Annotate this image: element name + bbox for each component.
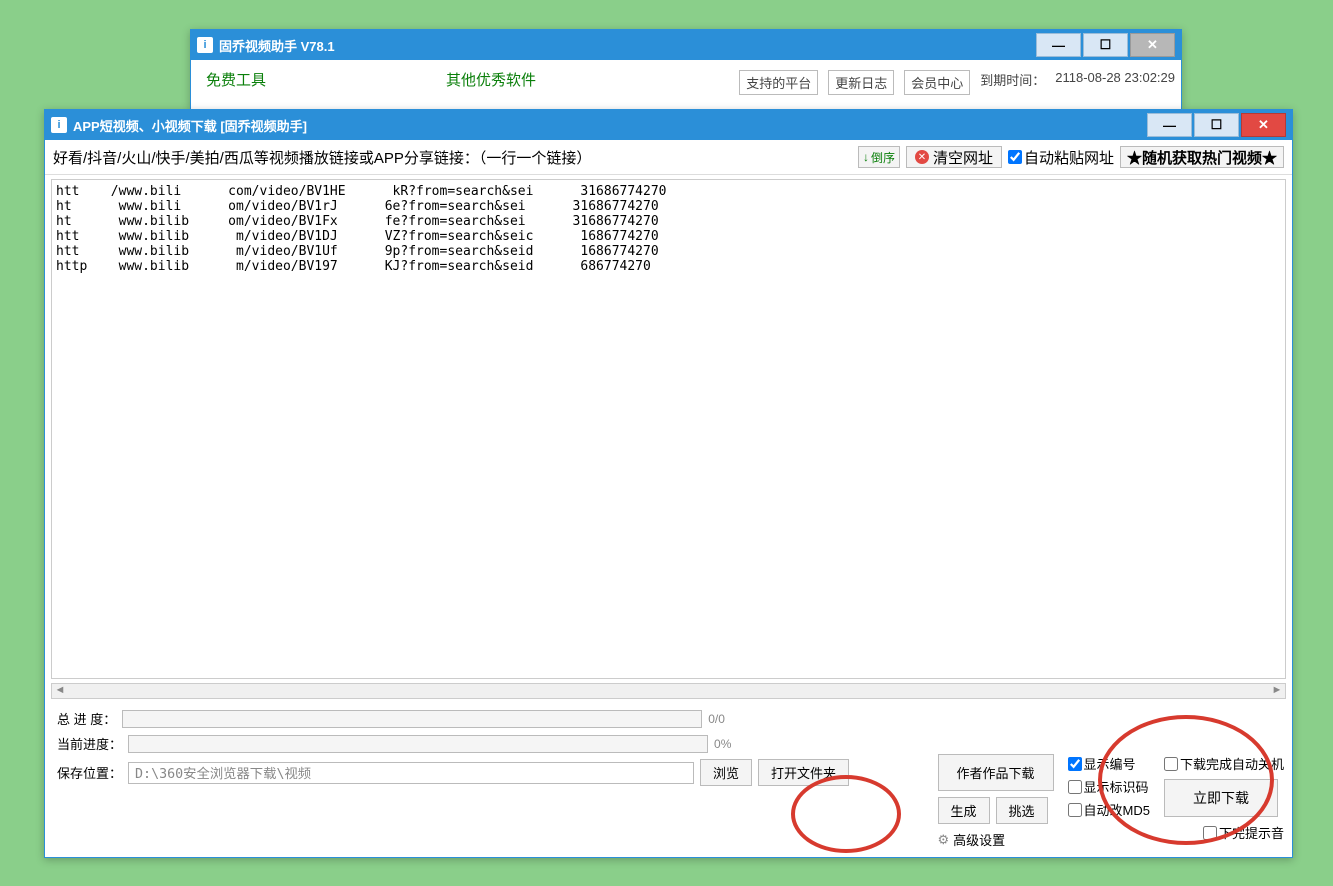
auto-md5-checkbox[interactable]: 自动改MD5: [1068, 800, 1150, 819]
member-btn[interactable]: 会员中心: [904, 70, 970, 95]
clear-icon: ✕: [915, 150, 929, 164]
maximize-button[interactable]: ☐: [1083, 33, 1128, 57]
url-textarea-wrap: [51, 179, 1286, 679]
advanced-label: 高级设置: [953, 830, 1005, 849]
close-button[interactable]: ✕: [1241, 113, 1286, 137]
current-progress-label: 当前进度：: [57, 734, 122, 753]
free-tools-link[interactable]: 免费工具: [206, 69, 266, 90]
show-index-label: 显示编号: [1084, 754, 1136, 773]
download-now-button[interactable]: 立即下载: [1164, 779, 1278, 817]
current-progress-bar: [128, 735, 708, 753]
open-folder-button[interactable]: 打开文件夹: [758, 759, 849, 786]
reverse-label: 倒序: [871, 149, 895, 166]
show-index-checkbox[interactable]: 显示编号: [1068, 754, 1150, 773]
current-progress-text: 0%: [714, 737, 731, 751]
app-icon: i: [51, 117, 67, 133]
minimize-button[interactable]: —: [1036, 33, 1081, 57]
bg-title: 固乔视频助手 V78.1: [219, 36, 335, 55]
browse-button[interactable]: 浏览: [700, 759, 752, 786]
show-idcode-label: 显示标识码: [1084, 777, 1149, 796]
auto-shutdown-checkbox[interactable]: 下载完成自动关机: [1164, 754, 1284, 773]
generate-button[interactable]: 生成: [938, 797, 990, 824]
done-sound-checkbox[interactable]: 下完提示音: [1203, 823, 1284, 842]
reverse-button[interactable]: ↓ 倒序: [858, 146, 900, 168]
right-controls: 作者作品下载 生成 挑选 ⚙ 高级设置 显示编号 显示标识码 自动改MD5 下载…: [938, 754, 1284, 849]
app-icon: i: [197, 37, 213, 53]
toolbar: 好看/抖音/火山/快手/美拍/西瓜等视频播放链接或APP分享链接：（一行一个链接…: [45, 140, 1292, 175]
arrow-down-icon: ↓: [863, 150, 869, 164]
clear-url-label: 清空网址: [933, 147, 993, 168]
auto-shutdown-input[interactable]: [1164, 757, 1178, 771]
h-scrollbar[interactable]: ◄ ►: [51, 683, 1286, 699]
main-window: i APP短视频、小视频下载 [固乔视频助手] — ☐ ✕ 好看/抖音/火山/快…: [44, 109, 1293, 858]
scroll-left-icon[interactable]: ◄: [52, 684, 68, 698]
auto-paste-label: 自动粘贴网址: [1024, 147, 1114, 168]
auto-paste-checkbox[interactable]: 自动粘贴网址: [1008, 147, 1114, 168]
save-location-label: 保存位置：: [57, 763, 122, 782]
auto-md5-label: 自动改MD5: [1084, 800, 1150, 819]
clear-url-button[interactable]: ✕ 清空网址: [906, 146, 1002, 168]
advanced-settings[interactable]: ⚙ 高级设置: [938, 830, 1054, 849]
random-hot-button[interactable]: ★随机获取热门视频★: [1120, 146, 1284, 168]
close-button[interactable]: ✕: [1130, 33, 1175, 57]
pick-button[interactable]: 挑选: [996, 797, 1048, 824]
main-title: APP短视频、小视频下载 [固乔视频助手]: [73, 116, 307, 135]
main-titlebar[interactable]: i APP短视频、小视频下载 [固乔视频助手] — ☐ ✕: [45, 110, 1292, 140]
instruction-text: 好看/抖音/火山/快手/美拍/西瓜等视频播放链接或APP分享链接：（一行一个链接…: [53, 147, 591, 168]
expire-label: 到期时间：: [980, 70, 1045, 95]
done-sound-input[interactable]: [1203, 826, 1217, 840]
updatelog-btn[interactable]: 更新日志: [828, 70, 894, 95]
expire-value: 2118-08-28 23:02:29: [1055, 70, 1175, 95]
show-idcode-checkbox[interactable]: 显示标识码: [1068, 777, 1150, 796]
platform-btn[interactable]: 支持的平台: [739, 70, 818, 95]
scroll-right-icon[interactable]: ►: [1269, 684, 1285, 698]
maximize-button[interactable]: ☐: [1194, 113, 1239, 137]
save-path-input[interactable]: [128, 762, 694, 784]
show-idcode-input[interactable]: [1068, 780, 1082, 794]
total-progress-label: 总 进 度：: [57, 709, 116, 728]
auto-md5-input[interactable]: [1068, 803, 1082, 817]
minimize-button[interactable]: —: [1147, 113, 1192, 137]
gear-icon: ⚙: [938, 832, 950, 848]
other-software-link[interactable]: 其他优秀软件: [446, 69, 536, 90]
total-progress-bar: [122, 710, 702, 728]
show-index-input[interactable]: [1068, 757, 1082, 771]
bg-right-info: 支持的平台 更新日志 会员中心 到期时间： 2118-08-28 23:02:2…: [739, 70, 1175, 95]
url-textarea[interactable]: [52, 180, 1285, 678]
auto-shutdown-label: 下载完成自动关机: [1180, 754, 1284, 773]
total-progress-text: 0/0: [708, 712, 725, 726]
done-sound-label: 下完提示音: [1219, 823, 1284, 842]
author-download-button[interactable]: 作者作品下载: [938, 754, 1054, 791]
background-window: i 固乔视频助手 V78.1 — ☐ ✕ 免费工具 其他优秀软件 支持的平台 更…: [190, 29, 1182, 109]
auto-paste-input[interactable]: [1008, 150, 1022, 164]
bg-titlebar[interactable]: i 固乔视频助手 V78.1 — ☐ ✕: [191, 30, 1181, 60]
